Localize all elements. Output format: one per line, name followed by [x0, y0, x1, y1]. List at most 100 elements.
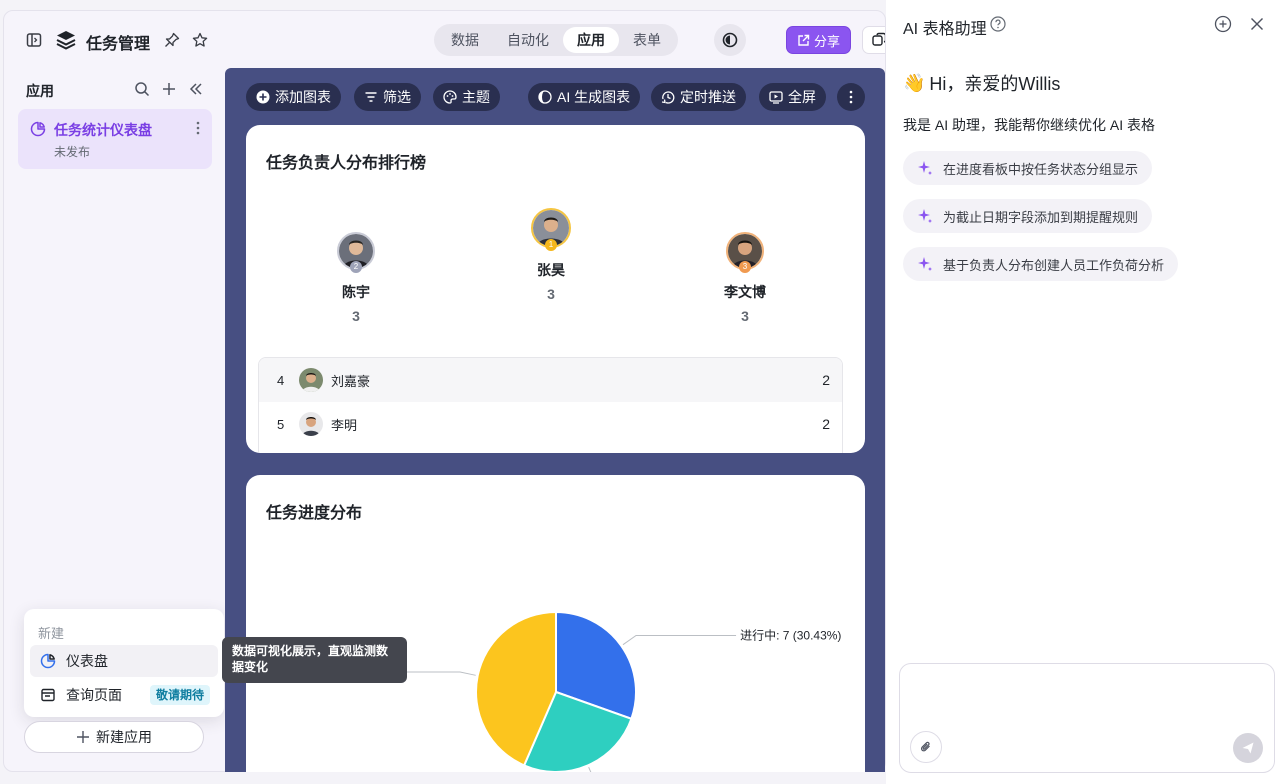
sidebar-item-task-dashboard[interactable]: 任务统计仪表盘 未发布	[18, 109, 212, 169]
podium-rank-3: 3 李文博 3	[685, 232, 805, 324]
fullscreen-icon	[769, 90, 783, 104]
filter-label: 筛选	[383, 89, 411, 105]
leaderboard-title: 任务负责人分布排行榜	[266, 155, 427, 172]
dashboard-icon	[30, 121, 46, 137]
podium-name: 陈宇	[342, 284, 370, 300]
share-button[interactable]: 分享	[786, 26, 852, 54]
theme-button[interactable]: 主题	[433, 83, 500, 111]
pie-label: 进行中: 7 (30.43%)	[740, 627, 841, 642]
copy-link-button[interactable]	[862, 26, 885, 54]
view-tabs: 数据 自动化 应用 表单	[434, 24, 678, 56]
new-query-page-item[interactable]: 查询页面 敬请期待	[30, 679, 218, 711]
dashboard-toolbar: 添加图表 筛选 主题 AI 生成图表 定时推送 全屏	[225, 68, 885, 126]
add-icon[interactable]	[159, 79, 179, 99]
sparkle-icon	[918, 257, 932, 271]
filter-button[interactable]: 筛选	[354, 83, 421, 111]
new-menu-header: 新建	[38, 626, 65, 641]
sidebar-toggle-icon[interactable]	[24, 30, 44, 50]
row-name: 李明	[331, 417, 358, 433]
paperclip-icon	[921, 741, 930, 752]
plus-circle-icon	[256, 90, 270, 104]
new-app-label: 新建应用	[96, 729, 152, 745]
fullscreen-label: 全屏	[788, 89, 816, 105]
table-row[interactable]: 5 李明 2	[259, 402, 842, 446]
fullscreen-button[interactable]: 全屏	[759, 83, 826, 111]
ai-chart-icon	[538, 90, 552, 104]
suggestion-text: 为截止日期字段添加到期提醒规则	[943, 209, 1139, 225]
pin-icon[interactable]	[162, 30, 182, 50]
schedule-icon	[661, 90, 675, 104]
theme-label: 主题	[462, 89, 490, 105]
stack-logo-icon	[54, 28, 78, 52]
suggestion-text: 在进度看板中按任务状态分组显示	[943, 161, 1139, 177]
help-icon[interactable]	[990, 16, 1006, 32]
add-chart-label: 添加图表	[275, 89, 331, 105]
row-count: 2	[822, 372, 830, 388]
podium-name: 张昊	[537, 262, 565, 278]
row-count: 2	[822, 416, 830, 432]
suggestion-chip[interactable]: 基于负责人分布创建人员工作负荷分析	[903, 247, 1179, 281]
tab-forms[interactable]: 表单	[619, 27, 675, 53]
avatar	[299, 368, 323, 392]
query-page-icon	[41, 688, 55, 702]
more-vertical-icon[interactable]	[837, 83, 865, 111]
contrast-icon	[722, 32, 738, 48]
ai-panel-title: AI 表格助理	[903, 21, 987, 38]
new-dashboard-item[interactable]: 仪表盘	[30, 645, 218, 677]
avatar: 2	[337, 232, 375, 273]
suggestion-chip[interactable]: 在进度看板中按任务状态分组显示	[903, 151, 1153, 185]
new-app-menu: 新建 仪表盘 查询页面 敬请期待	[24, 609, 224, 717]
search-icon[interactable]	[132, 79, 152, 99]
leaderboard-card[interactable]: 任务负责人分布排行榜 2 陈宇 3 1 张昊 3 3 李文博 3 4 刘嘉豪 2…	[246, 125, 865, 453]
link-icon	[872, 32, 885, 46]
close-icon[interactable]	[1248, 15, 1266, 33]
tab-apps[interactable]: 应用	[563, 27, 619, 53]
rank-badge: 3	[739, 261, 751, 273]
pie-chart: 进行中: 7 (30.43%)	[360, 610, 841, 772]
podium-count: 3	[547, 286, 555, 302]
ai-generate-chart-label: AI 生成图表	[557, 89, 631, 105]
ai-assistant-panel: AI 表格助理 👋 Hi，亲爱的Willis 我是 AI 助理，我能帮你继续优化…	[886, 0, 1286, 784]
sidebar-title: 应用	[26, 83, 54, 99]
pie-leader-line	[588, 767, 592, 772]
ai-intro-text: 我是 AI 助理，我能帮你继续优化 AI 表格	[903, 117, 1156, 133]
theme-toggle-button[interactable]	[714, 24, 746, 56]
sparkle-icon	[918, 161, 932, 175]
send-icon	[1242, 742, 1254, 754]
ai-chat-input[interactable]	[899, 663, 1275, 773]
new-chat-icon[interactable]	[1214, 15, 1232, 33]
palette-icon	[443, 90, 457, 104]
attach-button[interactable]	[910, 731, 942, 763]
star-icon[interactable]	[190, 30, 210, 50]
plus-icon	[77, 731, 89, 743]
add-chart-button[interactable]: 添加图表	[246, 83, 341, 111]
app-title: 任务管理	[86, 36, 151, 53]
ai-generate-chart-button[interactable]: AI 生成图表	[528, 83, 641, 111]
sidebar-item-status: 未发布	[54, 145, 91, 159]
dashboard-icon	[40, 653, 56, 669]
suggestion-chip[interactable]: 为截止日期字段添加到期提醒规则	[903, 199, 1153, 233]
sidebar: 应用 任务统计仪表盘 未发布 新建 仪表盘 查询页面 敬请期待 新建应用	[4, 69, 226, 771]
more-vertical-icon[interactable]	[196, 121, 200, 137]
table-row[interactable]: 4 刘嘉豪 2	[259, 358, 842, 402]
scheduled-push-button[interactable]: 定时推送	[651, 83, 746, 111]
filter-icon	[364, 90, 378, 104]
row-name: 刘嘉豪	[331, 373, 371, 389]
suggestion-text: 基于负责人分布创建人员工作负荷分析	[943, 257, 1165, 273]
rank-badge: 1	[545, 239, 557, 251]
wave-emoji-icon: 👋	[903, 72, 926, 93]
coming-soon-badge: 敬请期待	[149, 685, 210, 705]
collapse-sidebar-icon[interactable]	[186, 79, 206, 99]
greeting-text: Hi，亲爱的Willis	[929, 74, 1061, 94]
send-button[interactable]	[1233, 733, 1263, 763]
new-query-page-label: 查询页面	[66, 687, 122, 703]
row-rank: 4	[277, 372, 285, 388]
progress-card[interactable]: 任务进度分布 进行中: 7 (30.43%)	[246, 475, 865, 772]
tab-automation[interactable]: 自动化	[493, 27, 563, 53]
sidebar-item-label: 任务统计仪表盘	[54, 122, 152, 138]
podium-count: 3	[352, 308, 360, 324]
avatar: 1	[531, 208, 571, 251]
new-app-button[interactable]: 新建应用	[24, 721, 204, 753]
pie-leader-line	[622, 634, 737, 646]
tab-data[interactable]: 数据	[437, 27, 493, 53]
